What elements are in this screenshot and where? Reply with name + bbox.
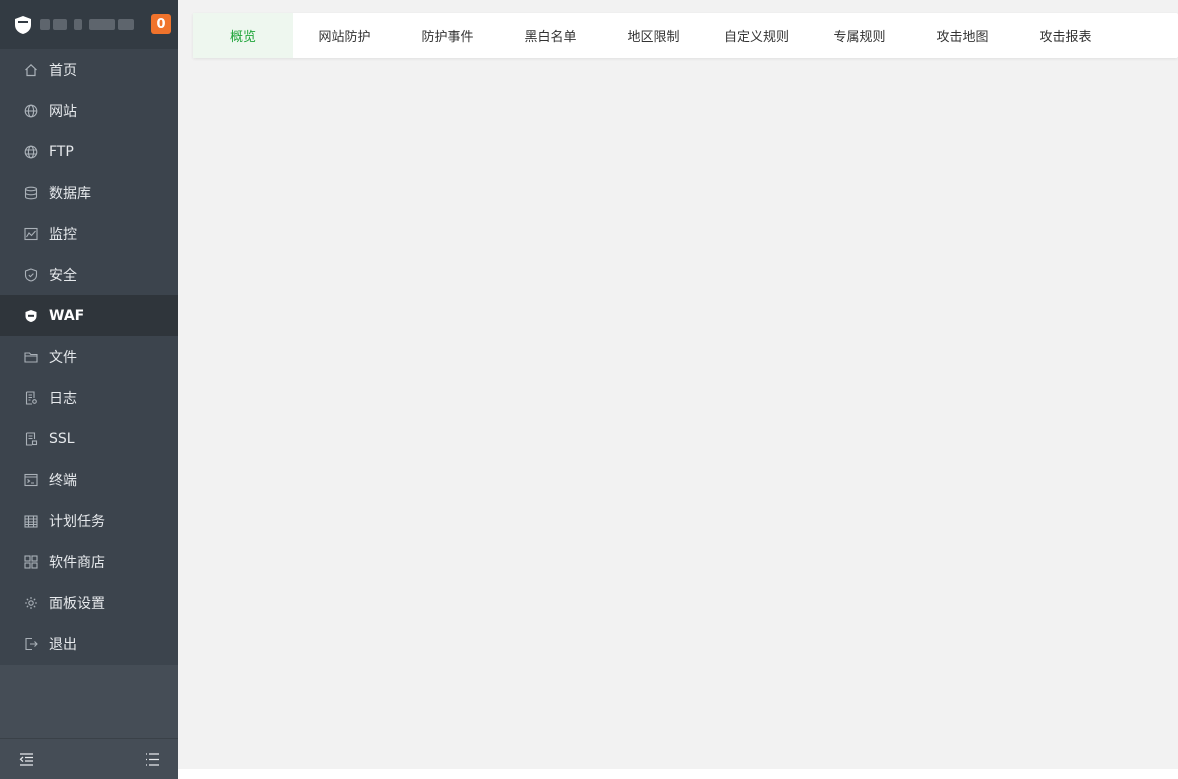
- tab-site-protection[interactable]: 网站防护: [293, 13, 396, 58]
- shield-logo-icon: [12, 14, 34, 36]
- sidebar-item-label: SSL: [49, 430, 75, 447]
- sidebar-item-label: 退出: [49, 636, 77, 653]
- sidebar: 0 首页 网站 FTP 数据库 监控 安全 WAF 文件 日志 SSL 终端 计…: [0, 0, 178, 779]
- sidebar-item-store[interactable]: 软件商店: [0, 541, 178, 582]
- sidebar-item-files[interactable]: 文件: [0, 336, 178, 377]
- gear-icon: [24, 596, 38, 610]
- tab-attack-map[interactable]: 攻击地图: [911, 13, 1014, 58]
- folder-icon: [24, 350, 38, 364]
- globe-icon: [24, 104, 38, 118]
- grid-icon: [24, 554, 38, 569]
- sidebar-item-database[interactable]: 数据库: [0, 172, 178, 213]
- tab-custom-rules[interactable]: 自定义规则: [705, 13, 808, 58]
- waf-tab-bar: 概览 网站防护 防护事件 黑白名单 地区限制 自定义规则 专属规则 攻击地图 攻…: [193, 13, 1178, 58]
- ftp-globe-icon: [24, 145, 38, 159]
- sidebar-footer: [0, 738, 178, 779]
- sidebar-item-logout[interactable]: 退出: [0, 623, 178, 664]
- log-icon: [24, 390, 38, 405]
- sidebar-item-ftp[interactable]: FTP: [0, 131, 178, 172]
- bottom-strip: [178, 769, 1178, 779]
- shield-icon: [24, 267, 38, 282]
- sidebar-item-logs[interactable]: 日志: [0, 377, 178, 418]
- tab-protection-events[interactable]: 防护事件: [396, 13, 499, 58]
- sidebar-item-label: 安全: [49, 267, 77, 284]
- sidebar-item-label: FTP: [49, 143, 74, 160]
- sidebar-nav: 首页 网站 FTP 数据库 监控 安全 WAF 文件 日志 SSL 终端 计划任…: [0, 49, 178, 664]
- sidebar-empty-area: [0, 665, 178, 738]
- monitor-icon: [24, 227, 38, 241]
- notification-badge[interactable]: 0: [151, 14, 171, 34]
- sidebar-item-label: 首页: [49, 62, 77, 79]
- sidebar-item-monitor[interactable]: 监控: [0, 213, 178, 254]
- sidebar-item-security[interactable]: 安全: [0, 254, 178, 295]
- sidebar-item-label: 文件: [49, 349, 77, 366]
- sidebar-item-label: WAF: [49, 307, 85, 324]
- calendar-icon: [24, 514, 38, 528]
- home-icon: [24, 63, 38, 77]
- tab-region-restriction[interactable]: 地区限制: [602, 13, 705, 58]
- collapse-menu-icon[interactable]: [18, 751, 34, 767]
- sidebar-item-label: 日志: [49, 390, 77, 407]
- tab-overview[interactable]: 概览: [193, 13, 293, 58]
- list-menu-icon[interactable]: [144, 751, 160, 767]
- server-name-obscured: [40, 19, 134, 30]
- sidebar-item-label: 计划任务: [49, 513, 105, 530]
- sidebar-item-label: 网站: [49, 103, 77, 120]
- waf-shield-icon: [24, 309, 38, 323]
- logout-icon: [24, 637, 38, 651]
- sidebar-item-waf[interactable]: WAF: [0, 295, 178, 336]
- database-icon: [24, 186, 38, 200]
- tab-attack-report[interactable]: 攻击报表: [1014, 13, 1117, 58]
- sidebar-item-home[interactable]: 首页: [0, 49, 178, 90]
- sidebar-item-terminal[interactable]: 终端: [0, 459, 178, 500]
- sidebar-item-cron[interactable]: 计划任务: [0, 500, 178, 541]
- sidebar-item-ssl[interactable]: SSL: [0, 418, 178, 459]
- sidebar-item-website[interactable]: 网站: [0, 90, 178, 131]
- tab-blacklist-whitelist[interactable]: 黑白名单: [499, 13, 602, 58]
- sidebar-item-label: 面板设置: [49, 595, 105, 612]
- sidebar-item-label: 软件商店: [49, 554, 105, 571]
- sidebar-item-label: 监控: [49, 226, 77, 243]
- main-content: [178, 58, 1178, 769]
- terminal-icon: [24, 473, 38, 487]
- sidebar-item-label: 终端: [49, 472, 77, 489]
- tab-exclusive-rules[interactable]: 专属规则: [808, 13, 911, 58]
- sidebar-item-label: 数据库: [49, 185, 91, 202]
- certificate-icon: [24, 431, 38, 446]
- sidebar-item-settings[interactable]: 面板设置: [0, 582, 178, 623]
- brand-header: 0: [0, 0, 178, 49]
